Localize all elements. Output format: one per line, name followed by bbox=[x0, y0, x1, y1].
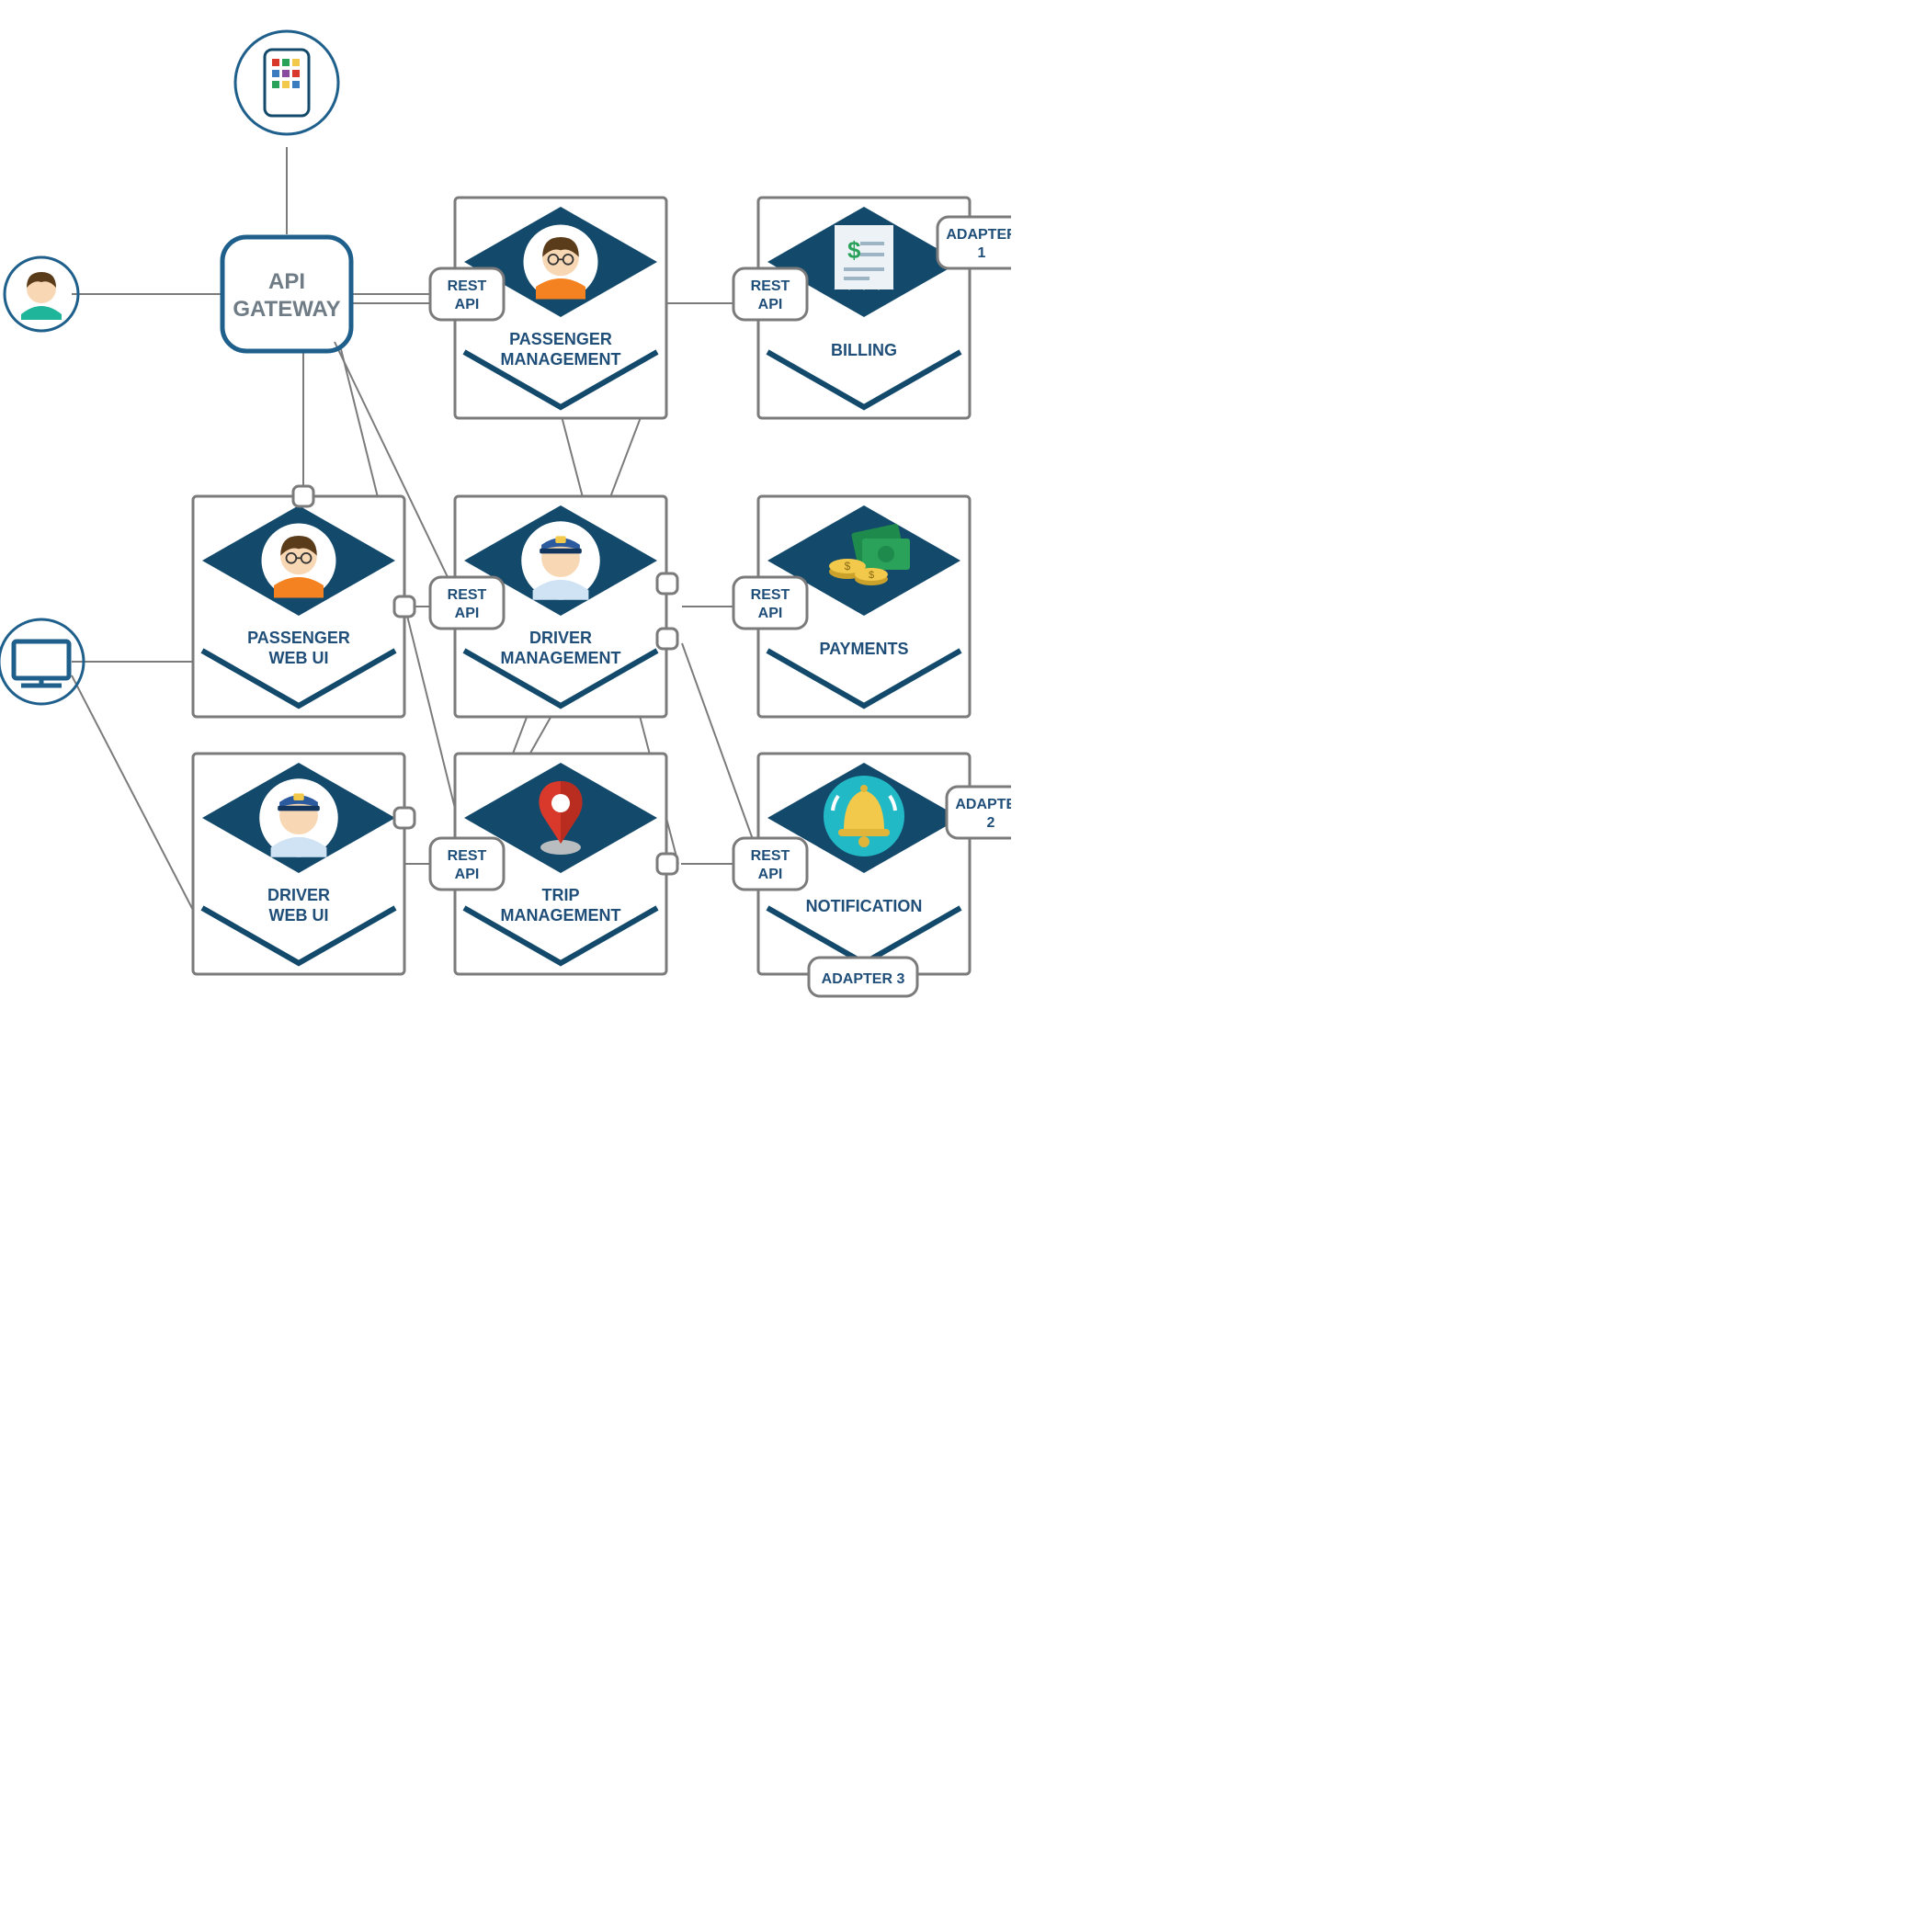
rest-api-badge: REST API bbox=[733, 268, 807, 320]
service-title: PASSENGER bbox=[247, 629, 350, 647]
service-title: BILLING bbox=[831, 341, 897, 359]
rest-api-badge: REST API bbox=[733, 577, 807, 629]
user-client-node bbox=[5, 257, 78, 331]
svg-text:WEB UI: WEB UI bbox=[269, 649, 329, 667]
adapter-badge: ADAPTER 1 bbox=[938, 217, 1011, 268]
service-title: DRIVER bbox=[529, 629, 592, 647]
service-title: TRIP bbox=[541, 886, 579, 904]
service-title: PASSENGER bbox=[509, 330, 612, 348]
passenger-avatar-icon bbox=[262, 524, 336, 598]
svg-text:ADAPTER 3: ADAPTER 3 bbox=[822, 971, 905, 987]
svg-text:REST: REST bbox=[448, 278, 487, 294]
svg-text:2: 2 bbox=[987, 815, 995, 831]
service-driver-web-ui: DRIVER WEB UI bbox=[193, 754, 404, 974]
passenger-avatar-icon bbox=[524, 225, 598, 300]
mobile-client-node bbox=[235, 31, 338, 134]
mobile-icon bbox=[265, 50, 309, 116]
svg-text:MANAGEMENT: MANAGEMENT bbox=[501, 350, 621, 369]
desktop-client-node bbox=[0, 619, 84, 704]
svg-text:MANAGEMENT: MANAGEMENT bbox=[501, 649, 621, 667]
svg-text:REST: REST bbox=[751, 278, 790, 294]
driver-avatar-icon bbox=[259, 778, 338, 857]
svg-text:WEB UI: WEB UI bbox=[269, 906, 329, 924]
svg-text:API: API bbox=[758, 867, 783, 882]
svg-text:API: API bbox=[758, 297, 783, 312]
svg-text:REST: REST bbox=[448, 848, 487, 864]
api-gateway-label-2: GATEWAY bbox=[233, 297, 340, 322]
svg-text:1: 1 bbox=[978, 245, 986, 261]
api-gateway-label-1: API bbox=[268, 269, 305, 294]
rest-api-badge: REST API bbox=[430, 268, 504, 320]
rest-api-badge: REST API bbox=[430, 577, 504, 629]
svg-text:ADAPTER: ADAPTER bbox=[955, 797, 1011, 812]
svg-text:API: API bbox=[455, 606, 480, 621]
svg-text:REST: REST bbox=[448, 587, 487, 603]
svg-text:REST: REST bbox=[751, 587, 790, 603]
svg-text:ADAPTER: ADAPTER bbox=[946, 227, 1011, 243]
svg-text:API: API bbox=[758, 606, 783, 621]
svg-text:REST: REST bbox=[751, 848, 790, 864]
svg-text:API: API bbox=[455, 297, 480, 312]
rest-api-badge: REST API bbox=[430, 838, 504, 890]
bell-icon bbox=[824, 776, 904, 856]
user-icon bbox=[21, 272, 62, 320]
svg-text:API: API bbox=[455, 867, 480, 882]
service-title: DRIVER bbox=[267, 886, 330, 904]
service-title: PAYMENTS bbox=[819, 640, 908, 658]
service-title: NOTIFICATION bbox=[806, 897, 923, 915]
service-passenger-web-ui: PASSENGER WEB UI bbox=[193, 496, 404, 717]
svg-text:MANAGEMENT: MANAGEMENT bbox=[501, 906, 621, 924]
adapter-badge: ADAPTER 3 bbox=[809, 958, 917, 996]
api-gateway-node: API GATEWAY bbox=[222, 237, 351, 351]
invoice-icon bbox=[835, 225, 893, 289]
adapter-badge: ADAPTER 2 bbox=[947, 787, 1011, 838]
map-pin-icon bbox=[539, 781, 582, 855]
monitor-icon bbox=[14, 641, 69, 686]
driver-avatar-icon bbox=[521, 521, 600, 600]
architecture-diagram: $ $ $ bbox=[0, 0, 1011, 1011]
rest-api-badge: REST API bbox=[733, 838, 807, 890]
